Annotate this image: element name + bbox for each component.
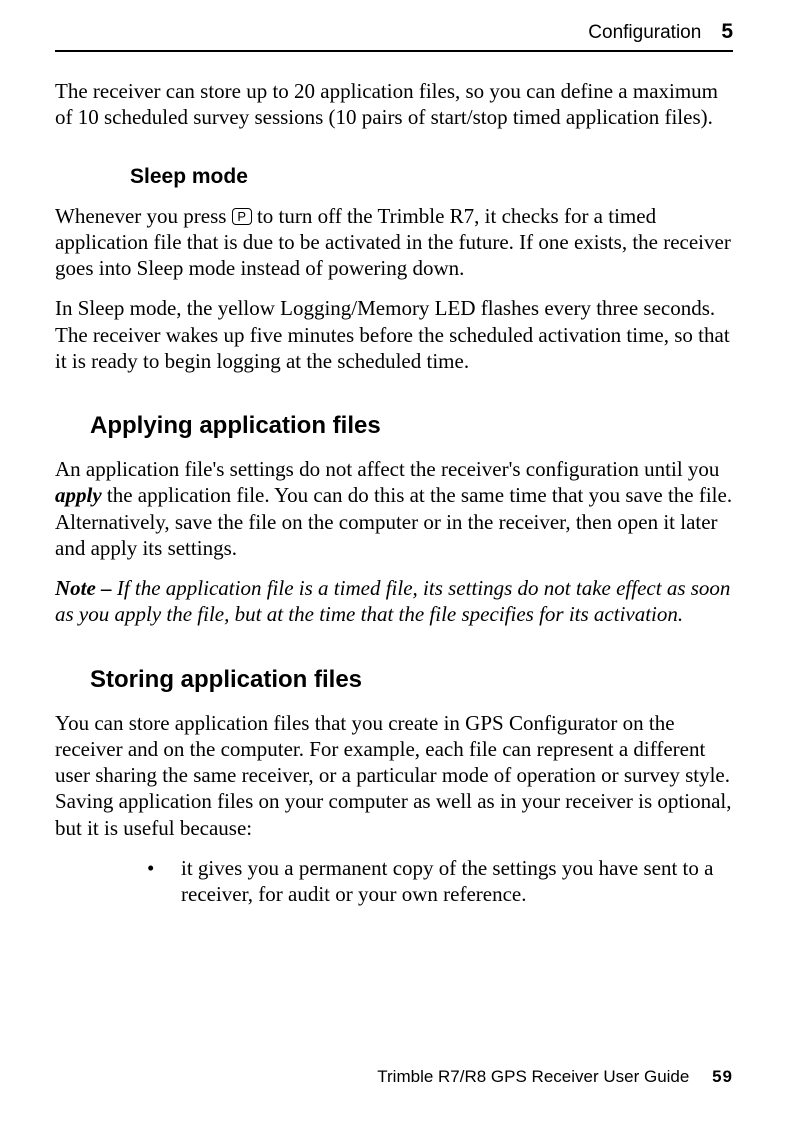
footer-book-title: Trimble R7/R8 GPS Receiver User Guide [377, 1067, 689, 1086]
chapter-number: 5 [721, 20, 733, 44]
header-title: Configuration [588, 22, 701, 44]
text-fragment: An application file's settings do not af… [55, 457, 719, 481]
heading-storing: Storing application files [90, 666, 733, 694]
emphasis-apply: apply [55, 483, 102, 507]
list-item: it gives you a permanent copy of the set… [147, 855, 733, 908]
heading-applying: Applying application files [90, 412, 733, 440]
text-fragment: the application file. You can do this at… [55, 483, 732, 560]
footer-page-number: 59 [712, 1067, 733, 1086]
applying-p1: An application file's settings do not af… [55, 456, 733, 561]
heading-sleep-mode: Sleep mode [130, 165, 733, 189]
storing-bullet-list: it gives you a permanent copy of the set… [147, 855, 733, 908]
intro-paragraph: The receiver can store up to 20 applicat… [55, 78, 733, 131]
storing-p1: You can store application files that you… [55, 710, 733, 841]
text-fragment: Whenever you press [55, 204, 232, 228]
note-label: Note – [55, 576, 117, 600]
power-key-icon: P [232, 208, 252, 225]
applying-note: Note – If the application file is a time… [55, 575, 733, 628]
page-header: Configuration 5 [55, 20, 733, 52]
sleep-mode-p1: Whenever you press P to turn off the Tri… [55, 203, 733, 282]
page-footer: Trimble R7/R8 GPS Receiver User Guide 59 [377, 1067, 733, 1087]
sleep-mode-p2: In Sleep mode, the yellow Logging/Memory… [55, 295, 733, 374]
note-body: If the application file is a timed file,… [55, 576, 730, 626]
page: Configuration 5 The receiver can store u… [0, 0, 788, 1121]
